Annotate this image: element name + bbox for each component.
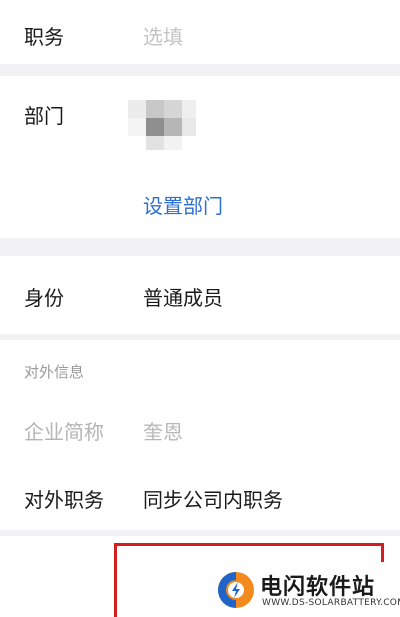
company-short-name-label: 企业简称 bbox=[24, 420, 104, 444]
external-info-header: 对外信息 bbox=[24, 363, 85, 381]
position-input[interactable]: 选填 bbox=[143, 21, 183, 50]
watermark: 电闪软件站 WWW.DS-SOLARBATTERY.COM bbox=[200, 562, 400, 617]
department-value-blurred bbox=[128, 96, 200, 152]
position-row[interactable]: 职务 选填 bbox=[0, 0, 400, 64]
external-position-value[interactable]: 同步公司内职务 bbox=[143, 484, 283, 513]
external-position-label: 对外职务 bbox=[24, 488, 104, 512]
department-row: 部门 设置部门 bbox=[0, 76, 400, 238]
site-logo-icon bbox=[218, 572, 254, 608]
external-info-section: 对外信息 企业简称 奎恩 对外职务 同步公司内职务 bbox=[0, 340, 400, 530]
watermark-url: WWW.DS-SOLARBATTERY.COM bbox=[262, 598, 400, 608]
identity-row: 身份 普通成员 bbox=[0, 256, 400, 334]
identity-value: 普通成员 bbox=[143, 286, 223, 310]
watermark-title: 电闪软件站 bbox=[260, 575, 376, 600]
set-department-link[interactable]: 设置部门 bbox=[143, 190, 223, 219]
department-label: 部门 bbox=[24, 104, 64, 128]
position-label: 职务 bbox=[24, 25, 64, 49]
identity-label: 身份 bbox=[24, 286, 64, 310]
company-short-name-value: 奎恩 bbox=[143, 420, 183, 444]
